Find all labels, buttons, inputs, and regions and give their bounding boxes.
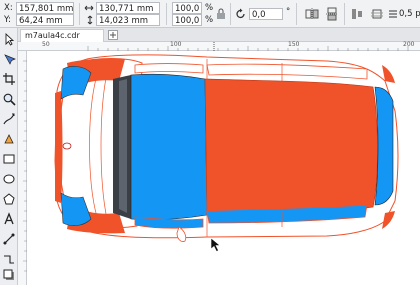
mouse-cursor-icon xyxy=(210,237,221,252)
polygon-tool-icon[interactable] xyxy=(2,192,16,206)
ruler-tick-label: 50 xyxy=(42,41,50,48)
height-field[interactable]: 14,023 mm xyxy=(96,14,160,26)
rotation-value: 0,0 xyxy=(252,10,266,20)
text-wrap-icon[interactable] xyxy=(370,7,384,21)
rectangle-tool-icon[interactable] xyxy=(2,152,16,166)
zoom-tool-icon[interactable] xyxy=(2,92,16,106)
dimension-tool-icon[interactable] xyxy=(2,232,16,246)
separator xyxy=(344,3,345,25)
pick-tool-icon[interactable] xyxy=(2,32,16,46)
lock-ratio-icon[interactable] xyxy=(216,8,226,20)
drawing-canvas[interactable] xyxy=(27,51,420,285)
rotation-field[interactable]: 0,0 xyxy=(249,8,283,20)
ruler-tick-label: 100 xyxy=(170,41,182,48)
shape-tool-icon[interactable] xyxy=(2,52,16,66)
separator xyxy=(230,3,231,25)
vertical-ruler[interactable] xyxy=(18,51,27,285)
document-tab-label: m7aula4c.cdr xyxy=(25,31,80,40)
property-bar: X: 157,801 mm Y: 64,24 mm 130,771 mm 14,… xyxy=(0,0,420,28)
rotate-icon xyxy=(236,8,245,19)
ellipse-tool-icon[interactable] xyxy=(2,172,16,186)
windshield xyxy=(130,73,208,221)
drop-shadow-tool-icon[interactable] xyxy=(2,268,16,282)
y-label: Y: xyxy=(4,15,11,25)
mirror-horizontal-icon[interactable] xyxy=(305,7,319,21)
ruler-ticks xyxy=(87,42,409,51)
height-value: 14,023 mm xyxy=(99,16,149,26)
align-icon[interactable] xyxy=(350,7,364,21)
text-tool-icon[interactable] xyxy=(2,212,16,226)
x-position-field[interactable]: 157,801 mm xyxy=(16,2,74,14)
front-bumper xyxy=(55,91,63,203)
scale-width-field[interactable]: 100,0 xyxy=(172,2,202,14)
plus-icon xyxy=(110,32,116,38)
connector-tool-icon[interactable] xyxy=(2,252,16,266)
x-label: X: xyxy=(4,3,13,13)
windshield-shade xyxy=(119,79,127,213)
smart-fill-tool-icon[interactable] xyxy=(2,132,16,146)
horizontal-ruler[interactable]: 50 100 150 200 xyxy=(18,42,420,51)
outline-width-value[interactable]: 0,5 pt xyxy=(399,8,420,20)
toolbox xyxy=(0,28,18,285)
freehand-tool-icon[interactable] xyxy=(2,112,16,126)
ruler-ticks xyxy=(23,60,27,272)
document-tab-bar: m7aula4c.cdr xyxy=(18,28,420,42)
scale-height-field[interactable]: 100,0 xyxy=(172,14,202,26)
percent-label: % xyxy=(205,3,214,13)
crop-tool-icon[interactable] xyxy=(2,72,16,86)
height-icon xyxy=(87,15,93,25)
car-top-view-drawing[interactable] xyxy=(27,51,420,285)
front-door-window-left xyxy=(134,63,204,74)
corel-draw-window: X: 157,801 mm Y: 64,24 mm 130,771 mm 14,… xyxy=(0,0,420,285)
ruler-tick-label: 200 xyxy=(403,41,415,48)
mirror-vertical-icon[interactable] xyxy=(325,7,339,21)
roof xyxy=(204,78,378,216)
separator xyxy=(296,3,297,25)
new-tab-icon[interactable] xyxy=(108,30,118,40)
rear-window xyxy=(374,86,394,206)
y-position-value: 64,24 mm xyxy=(19,16,63,26)
separator xyxy=(79,3,80,25)
width-field[interactable]: 130,771 mm xyxy=(96,2,160,14)
percent-label: % xyxy=(205,15,214,25)
outline-width-icon xyxy=(389,10,397,18)
width-icon xyxy=(84,5,94,11)
scale-height-value: 100,0 xyxy=(175,16,200,26)
separator xyxy=(166,3,167,25)
degree-label: ° xyxy=(286,7,291,17)
document-tab[interactable]: m7aula4c.cdr xyxy=(20,29,104,42)
y-position-field[interactable]: 64,24 mm xyxy=(16,14,74,26)
ruler-tick-label: 150 xyxy=(288,41,300,48)
